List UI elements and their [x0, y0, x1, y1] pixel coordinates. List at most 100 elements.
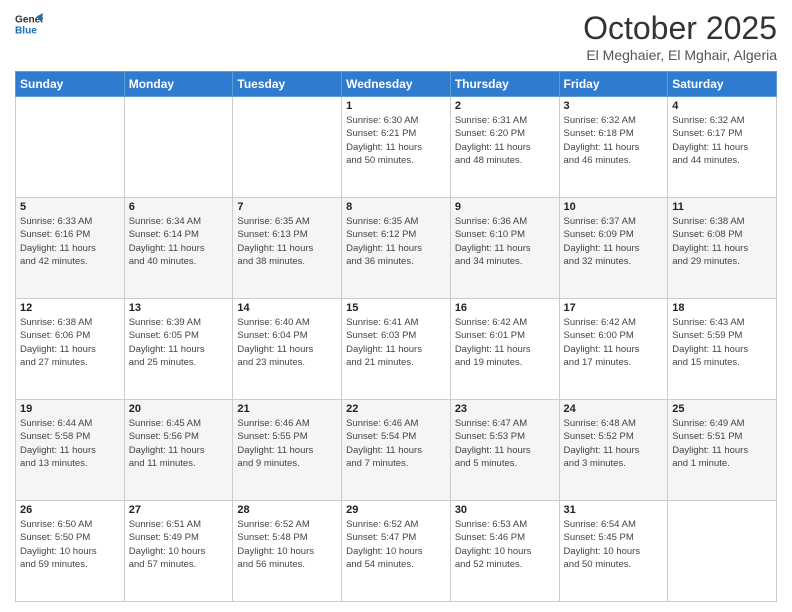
- calendar-week-row: 1 Sunrise: 6:30 AM Sunset: 6:21 PM Daylig…: [16, 97, 777, 198]
- day-number: 6: [129, 201, 229, 213]
- day-info: Sunrise: 6:36 AM Sunset: 6:10 PM Dayligh…: [455, 215, 555, 268]
- calendar-header-row: SundayMondayTuesdayWednesdayThursdayFrid…: [16, 72, 777, 97]
- calendar-cell: 9 Sunrise: 6:36 AM Sunset: 6:10 PM Daylig…: [450, 198, 559, 299]
- calendar-cell: 14 Sunrise: 6:40 AM Sunset: 6:04 PM Dayli…: [233, 299, 342, 400]
- day-number: 18: [672, 302, 772, 314]
- calendar-cell: [16, 97, 125, 198]
- day-info: Sunrise: 6:46 AM Sunset: 5:55 PM Dayligh…: [237, 417, 337, 470]
- day-info: Sunrise: 6:52 AM Sunset: 5:48 PM Dayligh…: [237, 518, 337, 571]
- day-info: Sunrise: 6:47 AM Sunset: 5:53 PM Dayligh…: [455, 417, 555, 470]
- day-info: Sunrise: 6:45 AM Sunset: 5:56 PM Dayligh…: [129, 417, 229, 470]
- day-number: 23: [455, 403, 555, 415]
- day-number: 3: [564, 100, 664, 112]
- weekday-header: Thursday: [450, 72, 559, 97]
- logo-icon: General Blue: [15, 10, 43, 38]
- calendar-cell: 21 Sunrise: 6:46 AM Sunset: 5:55 PM Dayli…: [233, 400, 342, 501]
- weekday-header: Wednesday: [342, 72, 451, 97]
- day-number: 2: [455, 100, 555, 112]
- calendar-cell: 7Sunrise: 6:35 AM Sunset: 6:13 PM Daylig…: [233, 198, 342, 299]
- day-info: Sunrise: 6:38 AM Sunset: 6:06 PM Dayligh…: [20, 316, 120, 369]
- day-info: Sunrise: 6:51 AM Sunset: 5:49 PM Dayligh…: [129, 518, 229, 571]
- day-info: Sunrise: 6:31 AM Sunset: 6:20 PM Dayligh…: [455, 114, 555, 167]
- day-number: 12: [20, 302, 120, 314]
- day-info: Sunrise: 6:49 AM Sunset: 5:51 PM Dayligh…: [672, 417, 772, 470]
- calendar-cell: 5Sunrise: 6:33 AM Sunset: 6:16 PM Daylig…: [16, 198, 125, 299]
- day-number: 9: [455, 201, 555, 213]
- day-number: 4: [672, 100, 772, 112]
- day-info: Sunrise: 6:42 AM Sunset: 6:00 PM Dayligh…: [564, 316, 664, 369]
- calendar-week-row: 12 Sunrise: 6:38 AM Sunset: 6:06 PM Dayli…: [16, 299, 777, 400]
- day-info: Sunrise: 6:53 AM Sunset: 5:46 PM Dayligh…: [455, 518, 555, 571]
- month-title: October 2025: [583, 10, 777, 47]
- calendar-cell: 12 Sunrise: 6:38 AM Sunset: 6:06 PM Dayli…: [16, 299, 125, 400]
- day-number: 28: [237, 504, 337, 516]
- calendar-cell: 19Sunrise: 6:44 AM Sunset: 5:58 PM Dayli…: [16, 400, 125, 501]
- calendar-cell: 2 Sunrise: 6:31 AM Sunset: 6:20 PM Daylig…: [450, 97, 559, 198]
- calendar-cell: 30 Sunrise: 6:53 AM Sunset: 5:46 PM Dayli…: [450, 501, 559, 602]
- calendar-cell: 25 Sunrise: 6:49 AM Sunset: 5:51 PM Dayli…: [668, 400, 777, 501]
- day-number: 26: [20, 504, 120, 516]
- weekday-header: Monday: [124, 72, 233, 97]
- weekday-header: Saturday: [668, 72, 777, 97]
- calendar-cell: 16 Sunrise: 6:42 AM Sunset: 6:01 PM Dayli…: [450, 299, 559, 400]
- day-info: Sunrise: 6:54 AM Sunset: 5:45 PM Dayligh…: [564, 518, 664, 571]
- day-info: Sunrise: 6:40 AM Sunset: 6:04 PM Dayligh…: [237, 316, 337, 369]
- calendar-cell: 15 Sunrise: 6:41 AM Sunset: 6:03 PM Dayli…: [342, 299, 451, 400]
- day-number: 22: [346, 403, 446, 415]
- calendar-cell: 24Sunrise: 6:48 AM Sunset: 5:52 PM Dayli…: [559, 400, 668, 501]
- title-block: October 2025 El Meghaier, El Mghair, Alg…: [583, 10, 777, 63]
- day-number: 17: [564, 302, 664, 314]
- calendar-cell: 23 Sunrise: 6:47 AM Sunset: 5:53 PM Dayli…: [450, 400, 559, 501]
- day-info: Sunrise: 6:35 AM Sunset: 6:12 PM Dayligh…: [346, 215, 446, 268]
- day-info: Sunrise: 6:44 AM Sunset: 5:58 PM Dayligh…: [20, 417, 120, 470]
- page: General Blue October 2025 El Meghaier, E…: [0, 0, 792, 612]
- day-info: Sunrise: 6:34 AM Sunset: 6:14 PM Dayligh…: [129, 215, 229, 268]
- day-number: 8: [346, 201, 446, 213]
- calendar-cell: 11 Sunrise: 6:38 AM Sunset: 6:08 PM Dayli…: [668, 198, 777, 299]
- calendar-cell: [233, 97, 342, 198]
- day-number: 31: [564, 504, 664, 516]
- weekday-header: Tuesday: [233, 72, 342, 97]
- calendar-cell: 3 Sunrise: 6:32 AM Sunset: 6:18 PM Daylig…: [559, 97, 668, 198]
- location: El Meghaier, El Mghair, Algeria: [583, 47, 777, 63]
- day-info: Sunrise: 6:43 AM Sunset: 5:59 PM Dayligh…: [672, 316, 772, 369]
- calendar-week-row: 5Sunrise: 6:33 AM Sunset: 6:16 PM Daylig…: [16, 198, 777, 299]
- day-number: 29: [346, 504, 446, 516]
- day-info: Sunrise: 6:37 AM Sunset: 6:09 PM Dayligh…: [564, 215, 664, 268]
- day-number: 21: [237, 403, 337, 415]
- logo: General Blue: [15, 10, 43, 38]
- weekday-header: Friday: [559, 72, 668, 97]
- day-info: Sunrise: 6:39 AM Sunset: 6:05 PM Dayligh…: [129, 316, 229, 369]
- day-number: 15: [346, 302, 446, 314]
- calendar-cell: 17 Sunrise: 6:42 AM Sunset: 6:00 PM Dayli…: [559, 299, 668, 400]
- calendar-cell: 26 Sunrise: 6:50 AM Sunset: 5:50 PM Dayli…: [16, 501, 125, 602]
- day-number: 16: [455, 302, 555, 314]
- calendar-cell: 8 Sunrise: 6:35 AM Sunset: 6:12 PM Daylig…: [342, 198, 451, 299]
- day-number: 10: [564, 201, 664, 213]
- calendar-cell: 28 Sunrise: 6:52 AM Sunset: 5:48 PM Dayli…: [233, 501, 342, 602]
- calendar-week-row: 26 Sunrise: 6:50 AM Sunset: 5:50 PM Dayli…: [16, 501, 777, 602]
- day-info: Sunrise: 6:50 AM Sunset: 5:50 PM Dayligh…: [20, 518, 120, 571]
- calendar-cell: 13Sunrise: 6:39 AM Sunset: 6:05 PM Dayli…: [124, 299, 233, 400]
- day-info: Sunrise: 6:38 AM Sunset: 6:08 PM Dayligh…: [672, 215, 772, 268]
- calendar: SundayMondayTuesdayWednesdayThursdayFrid…: [15, 71, 777, 602]
- day-number: 7: [237, 201, 337, 213]
- day-info: Sunrise: 6:48 AM Sunset: 5:52 PM Dayligh…: [564, 417, 664, 470]
- day-info: Sunrise: 6:32 AM Sunset: 6:17 PM Dayligh…: [672, 114, 772, 167]
- calendar-cell: 1 Sunrise: 6:30 AM Sunset: 6:21 PM Daylig…: [342, 97, 451, 198]
- svg-text:Blue: Blue: [15, 25, 37, 36]
- calendar-cell: 20Sunrise: 6:45 AM Sunset: 5:56 PM Dayli…: [124, 400, 233, 501]
- day-info: Sunrise: 6:42 AM Sunset: 6:01 PM Dayligh…: [455, 316, 555, 369]
- day-number: 11: [672, 201, 772, 213]
- calendar-cell: 4 Sunrise: 6:32 AM Sunset: 6:17 PM Daylig…: [668, 97, 777, 198]
- day-number: 30: [455, 504, 555, 516]
- day-number: 14: [237, 302, 337, 314]
- calendar-cell: [668, 501, 777, 602]
- day-info: Sunrise: 6:32 AM Sunset: 6:18 PM Dayligh…: [564, 114, 664, 167]
- day-info: Sunrise: 6:30 AM Sunset: 6:21 PM Dayligh…: [346, 114, 446, 167]
- calendar-cell: 6 Sunrise: 6:34 AM Sunset: 6:14 PM Daylig…: [124, 198, 233, 299]
- day-number: 25: [672, 403, 772, 415]
- day-info: Sunrise: 6:41 AM Sunset: 6:03 PM Dayligh…: [346, 316, 446, 369]
- calendar-cell: 22Sunrise: 6:46 AM Sunset: 5:54 PM Dayli…: [342, 400, 451, 501]
- day-number: 1: [346, 100, 446, 112]
